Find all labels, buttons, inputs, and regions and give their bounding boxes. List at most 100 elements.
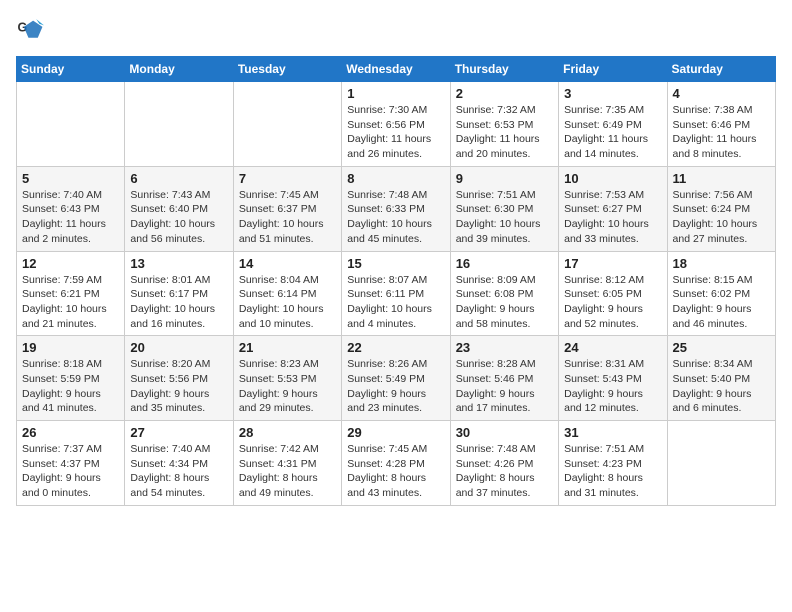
calendar-cell: 3 Sunrise: 7:35 AM Sunset: 6:49 PM Daylig…	[559, 82, 667, 167]
day-info: Sunrise: 8:04 AM Sunset: 6:14 PM Dayligh…	[239, 273, 336, 332]
calendar-cell: 24 Sunrise: 8:31 AM Sunset: 5:43 PM Dayli…	[559, 336, 667, 421]
calendar-cell	[233, 82, 341, 167]
day-number: 12	[22, 256, 119, 271]
calendar-table: SundayMondayTuesdayWednesdayThursdayFrid…	[16, 56, 776, 506]
day-number: 20	[130, 340, 227, 355]
calendar-cell: 21 Sunrise: 8:23 AM Sunset: 5:53 PM Dayli…	[233, 336, 341, 421]
day-number: 28	[239, 425, 336, 440]
day-info: Sunrise: 7:43 AM Sunset: 6:40 PM Dayligh…	[130, 188, 227, 247]
day-number: 7	[239, 171, 336, 186]
calendar-cell: 26Sunrise: 7:37 AM Sunset: 4:37 PM Dayli…	[17, 421, 125, 506]
day-number: 18	[673, 256, 770, 271]
day-number: 19	[22, 340, 119, 355]
calendar-cell: 16 Sunrise: 8:09 AM Sunset: 6:08 PM Dayli…	[450, 251, 558, 336]
day-info: Sunrise: 8:20 AM Sunset: 5:56 PM Dayligh…	[130, 357, 227, 416]
day-info: Sunrise: 8:31 AM Sunset: 5:43 PM Dayligh…	[564, 357, 661, 416]
weekday-sunday: Sunday	[17, 57, 125, 82]
calendar-cell: 7 Sunrise: 7:45 AM Sunset: 6:37 PM Daylig…	[233, 166, 341, 251]
day-info: Sunrise: 8:12 AM Sunset: 6:05 PM Dayligh…	[564, 273, 661, 332]
weekday-thursday: Thursday	[450, 57, 558, 82]
day-number: 13	[130, 256, 227, 271]
day-info: Sunrise: 7:48 AM Sunset: 6:33 PM Dayligh…	[347, 188, 444, 247]
day-number: 25	[673, 340, 770, 355]
calendar-cell: 18 Sunrise: 8:15 AM Sunset: 6:02 PM Dayli…	[667, 251, 775, 336]
day-info: Sunrise: 7:45 AM Sunset: 4:28 PM Dayligh…	[347, 442, 444, 501]
day-info: Sunrise: 7:45 AM Sunset: 6:37 PM Dayligh…	[239, 188, 336, 247]
calendar-cell: 31 Sunrise: 7:51 AM Sunset: 4:23 PM Dayli…	[559, 421, 667, 506]
calendar-week-3: 12Sunrise: 7:59 AM Sunset: 6:21 PM Dayli…	[17, 251, 776, 336]
day-info: Sunrise: 7:56 AM Sunset: 6:24 PM Dayligh…	[673, 188, 770, 247]
calendar-cell: 2 Sunrise: 7:32 AM Sunset: 6:53 PM Daylig…	[450, 82, 558, 167]
calendar-cell: 13 Sunrise: 8:01 AM Sunset: 6:17 PM Dayli…	[125, 251, 233, 336]
page-header: G	[16, 16, 776, 44]
calendar-cell: 5 Sunrise: 7:40 AM Sunset: 6:43 PM Daylig…	[17, 166, 125, 251]
calendar-cell: 9 Sunrise: 7:51 AM Sunset: 6:30 PM Daylig…	[450, 166, 558, 251]
calendar-cell: 11 Sunrise: 7:56 AM Sunset: 6:24 PM Dayli…	[667, 166, 775, 251]
day-number: 9	[456, 171, 553, 186]
day-number: 10	[564, 171, 661, 186]
calendar-week-1: 1 Sunrise: 7:30 AM Sunset: 6:56 PM Daylig…	[17, 82, 776, 167]
day-number: 3	[564, 86, 661, 101]
day-number: 24	[564, 340, 661, 355]
weekday-friday: Friday	[559, 57, 667, 82]
calendar-cell: 17 Sunrise: 8:12 AM Sunset: 6:05 PM Dayli…	[559, 251, 667, 336]
day-info: Sunrise: 7:40 AM Sunset: 4:34 PM Dayligh…	[130, 442, 227, 501]
day-info: Sunrise: 7:48 AM Sunset: 4:26 PM Dayligh…	[456, 442, 553, 501]
calendar-cell	[17, 82, 125, 167]
calendar-cell: 30Sunrise: 7:48 AM Sunset: 4:26 PM Dayli…	[450, 421, 558, 506]
day-info: Sunrise: 7:40 AM Sunset: 6:43 PM Dayligh…	[22, 188, 119, 247]
day-number: 23	[456, 340, 553, 355]
day-info: Sunrise: 7:51 AM Sunset: 6:30 PM Dayligh…	[456, 188, 553, 247]
day-info: Sunrise: 7:51 AM Sunset: 4:23 PM Dayligh…	[564, 442, 661, 501]
day-info: Sunrise: 8:07 AM Sunset: 6:11 PM Dayligh…	[347, 273, 444, 332]
logo: G	[16, 16, 48, 44]
calendar-cell: 20 Sunrise: 8:20 AM Sunset: 5:56 PM Dayli…	[125, 336, 233, 421]
calendar-cell: 4 Sunrise: 7:38 AM Sunset: 6:46 PM Daylig…	[667, 82, 775, 167]
day-number: 22	[347, 340, 444, 355]
day-number: 2	[456, 86, 553, 101]
day-info: Sunrise: 8:23 AM Sunset: 5:53 PM Dayligh…	[239, 357, 336, 416]
weekday-monday: Monday	[125, 57, 233, 82]
day-number: 21	[239, 340, 336, 355]
day-number: 16	[456, 256, 553, 271]
calendar-cell	[667, 421, 775, 506]
calendar-header: SundayMondayTuesdayWednesdayThursdayFrid…	[17, 57, 776, 82]
day-info: Sunrise: 8:15 AM Sunset: 6:02 PM Dayligh…	[673, 273, 770, 332]
day-info: Sunrise: 8:18 AM Sunset: 5:59 PM Dayligh…	[22, 357, 119, 416]
day-info: Sunrise: 8:34 AM Sunset: 5:40 PM Dayligh…	[673, 357, 770, 416]
calendar-cell: 12Sunrise: 7:59 AM Sunset: 6:21 PM Dayli…	[17, 251, 125, 336]
calendar-body: 1 Sunrise: 7:30 AM Sunset: 6:56 PM Daylig…	[17, 82, 776, 506]
day-number: 5	[22, 171, 119, 186]
day-info: Sunrise: 8:01 AM Sunset: 6:17 PM Dayligh…	[130, 273, 227, 332]
day-info: Sunrise: 7:30 AM Sunset: 6:56 PM Dayligh…	[347, 103, 444, 162]
calendar-week-5: 26Sunrise: 7:37 AM Sunset: 4:37 PM Dayli…	[17, 421, 776, 506]
day-info: Sunrise: 8:09 AM Sunset: 6:08 PM Dayligh…	[456, 273, 553, 332]
day-info: Sunrise: 7:53 AM Sunset: 6:27 PM Dayligh…	[564, 188, 661, 247]
calendar-cell: 14Sunrise: 8:04 AM Sunset: 6:14 PM Dayli…	[233, 251, 341, 336]
calendar-cell: 23 Sunrise: 8:28 AM Sunset: 5:46 PM Dayli…	[450, 336, 558, 421]
logo-icon: G	[16, 16, 44, 44]
calendar-week-2: 5 Sunrise: 7:40 AM Sunset: 6:43 PM Daylig…	[17, 166, 776, 251]
calendar-cell: 15Sunrise: 8:07 AM Sunset: 6:11 PM Dayli…	[342, 251, 450, 336]
day-info: Sunrise: 8:26 AM Sunset: 5:49 PM Dayligh…	[347, 357, 444, 416]
day-info: Sunrise: 7:32 AM Sunset: 6:53 PM Dayligh…	[456, 103, 553, 162]
calendar-cell: 1 Sunrise: 7:30 AM Sunset: 6:56 PM Daylig…	[342, 82, 450, 167]
calendar-week-4: 19 Sunrise: 8:18 AM Sunset: 5:59 PM Dayli…	[17, 336, 776, 421]
calendar-cell: 10 Sunrise: 7:53 AM Sunset: 6:27 PM Dayli…	[559, 166, 667, 251]
day-number: 17	[564, 256, 661, 271]
weekday-tuesday: Tuesday	[233, 57, 341, 82]
day-info: Sunrise: 8:28 AM Sunset: 5:46 PM Dayligh…	[456, 357, 553, 416]
day-number: 31	[564, 425, 661, 440]
day-number: 27	[130, 425, 227, 440]
calendar-cell: 29 Sunrise: 7:45 AM Sunset: 4:28 PM Dayli…	[342, 421, 450, 506]
day-info: Sunrise: 7:38 AM Sunset: 6:46 PM Dayligh…	[673, 103, 770, 162]
calendar-cell: 22 Sunrise: 8:26 AM Sunset: 5:49 PM Dayli…	[342, 336, 450, 421]
day-number: 11	[673, 171, 770, 186]
day-number: 4	[673, 86, 770, 101]
day-number: 29	[347, 425, 444, 440]
day-number: 1	[347, 86, 444, 101]
calendar-cell: 27 Sunrise: 7:40 AM Sunset: 4:34 PM Dayli…	[125, 421, 233, 506]
weekday-saturday: Saturday	[667, 57, 775, 82]
day-number: 26	[22, 425, 119, 440]
day-info: Sunrise: 7:35 AM Sunset: 6:49 PM Dayligh…	[564, 103, 661, 162]
